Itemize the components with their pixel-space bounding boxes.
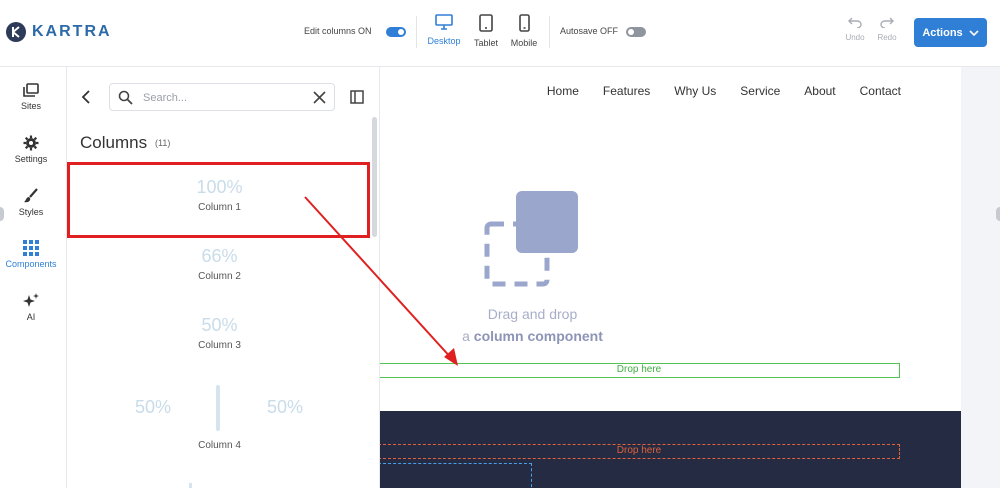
undo-label: Undo — [845, 33, 865, 42]
rail-sites-label: Sites — [20, 101, 41, 111]
nav-why-us[interactable]: Why Us — [674, 84, 716, 98]
nav-contact[interactable]: Contact — [860, 84, 901, 98]
rail-styles-label: Styles — [18, 207, 44, 217]
panel-scrollbar[interactable] — [372, 117, 377, 237]
site-nav: Home Features Why Us Service About Conta… — [547, 84, 901, 98]
column-4-right-pct: 50% — [267, 397, 304, 417]
dashed-column-outline — [380, 463, 532, 488]
top-toolbar: KARTRA Edit columns ON Desktop Tablet Mo… — [0, 0, 1000, 67]
drop-here-orange-label: Drop here — [616, 445, 662, 456]
rail-item-ai[interactable]: AI — [0, 293, 62, 322]
column-4-item[interactable]: 50% 50% — [67, 385, 372, 435]
device-tablet-label: Tablet — [473, 38, 499, 48]
collapse-panel-icon[interactable] — [350, 90, 364, 104]
left-rail: Sites Settings Styles Components AI — [0, 67, 67, 488]
desktop-icon — [435, 14, 453, 30]
logo-text: KARTRA — [32, 23, 112, 40]
mobile-icon — [518, 14, 530, 32]
search-icon — [118, 90, 133, 105]
sparkle-icon — [23, 293, 39, 307]
gear-icon — [23, 135, 39, 151]
rail-item-styles[interactable]: Styles — [0, 188, 62, 217]
drag-line-2-bold: column component — [473, 328, 603, 344]
logo-mark-icon — [6, 22, 26, 42]
rail-components-label: Components — [5, 259, 57, 269]
search-input[interactable]: Search... — [143, 92, 187, 104]
device-desktop-button[interactable]: Desktop — [424, 14, 464, 46]
brush-icon — [24, 188, 38, 203]
divider — [416, 16, 417, 48]
drop-here-green-label: Drop here — [616, 364, 662, 375]
nav-home[interactable]: Home — [547, 84, 579, 98]
drag-line-1: Drag and drop — [487, 306, 578, 322]
rail-ai-label: AI — [26, 312, 36, 322]
nav-service[interactable]: Service — [740, 84, 780, 98]
device-mobile-label: Mobile — [510, 38, 538, 48]
column-divider — [216, 385, 220, 431]
search-box[interactable]: Search... — [109, 83, 335, 111]
rail-item-sites[interactable]: Sites — [0, 83, 62, 111]
nav-features[interactable]: Features — [603, 84, 650, 98]
rail-item-components[interactable]: Components — [0, 240, 62, 269]
drop-zone-green[interactable]: Drop here — [380, 363, 900, 378]
column-3-item[interactable]: 50% Column 3 — [67, 315, 372, 351]
dark-section: Drop here — [380, 411, 961, 488]
drop-zone-orange[interactable]: Drop here — [380, 444, 900, 459]
undo-button[interactable]: Undo — [842, 16, 868, 42]
device-desktop-label: Desktop — [427, 36, 461, 46]
drag-line-2-prefix: a — [462, 328, 474, 344]
undo-icon — [848, 17, 862, 28]
drag-drop-illustration-icon — [484, 191, 578, 287]
page-canvas: Home Features Why Us Service About Conta… — [380, 67, 961, 488]
back-chevron-icon[interactable] — [81, 89, 91, 105]
panel-count: (11) — [155, 138, 171, 148]
components-panel: Search... Columns (11) 100% Column 1 66%… — [67, 67, 380, 488]
nav-about[interactable]: About — [804, 84, 835, 98]
column-2-pct: 66% — [201, 246, 238, 266]
redo-icon — [880, 17, 894, 28]
drag-drop-hint: Drag and drop a column component — [380, 303, 685, 347]
rail-settings-label: Settings — [14, 154, 48, 164]
edit-columns-label: Edit columns ON — [304, 26, 372, 36]
column-5-peek — [189, 483, 192, 488]
device-mobile-button[interactable]: Mobile — [504, 14, 544, 48]
sites-icon — [23, 83, 39, 97]
autosave-toggle[interactable] — [626, 27, 646, 37]
redo-label: Redo — [877, 33, 897, 42]
autosave-label: Autosave OFF — [560, 26, 619, 36]
close-icon[interactable] — [313, 91, 326, 104]
actions-label: Actions — [922, 26, 963, 39]
panel-title: Columns — [80, 133, 148, 152]
right-edge-handle[interactable] — [996, 207, 1000, 221]
column-4-name: Column 4 — [198, 440, 241, 451]
chevron-down-icon — [969, 29, 979, 36]
drag-line-2: a column component — [380, 325, 685, 347]
kartra-logo: KARTRA — [6, 22, 112, 42]
column-3-name: Column 3 — [198, 340, 241, 351]
actions-button[interactable]: Actions — [914, 18, 987, 47]
device-tablet-button[interactable]: Tablet — [466, 14, 506, 48]
left-edge-handle[interactable] — [0, 207, 4, 221]
column-4-left-pct: 50% — [135, 397, 172, 417]
column-3-pct: 50% — [201, 315, 238, 335]
tablet-icon — [479, 14, 493, 32]
highlight-box — [67, 162, 370, 238]
column-2-item[interactable]: 66% Column 2 — [67, 246, 372, 282]
canvas-right-gutter — [961, 67, 1000, 488]
rail-item-settings[interactable]: Settings — [0, 135, 62, 164]
divider — [549, 16, 550, 48]
redo-button[interactable]: Redo — [874, 16, 900, 42]
column-2-name: Column 2 — [198, 271, 241, 282]
edit-columns-toggle[interactable] — [386, 27, 406, 37]
grid-icon — [23, 240, 39, 256]
